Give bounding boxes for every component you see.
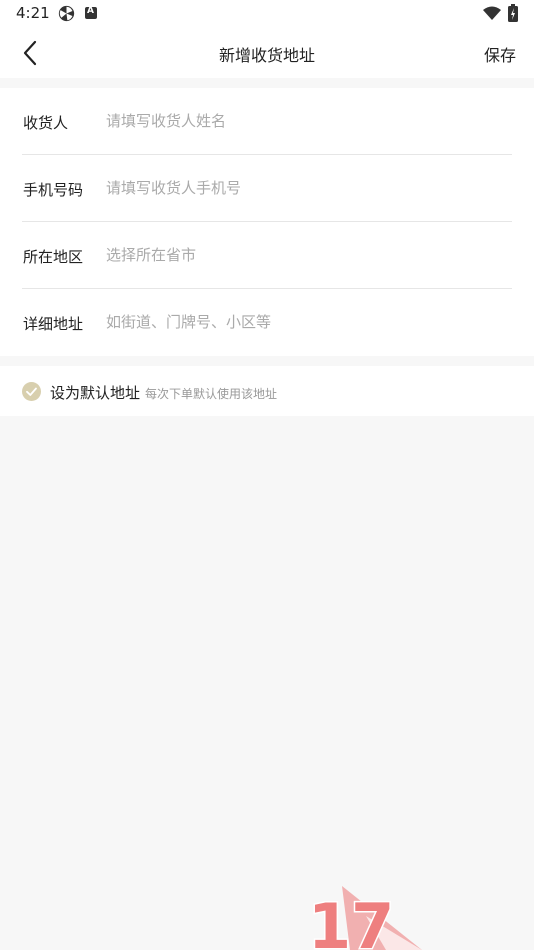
status-time: 4:21 — [16, 4, 50, 22]
form-row-region: 所在地区 — [0, 222, 534, 289]
default-address-hint: 每次下单默认使用该地址 — [145, 387, 278, 401]
watermark-logo: 17 — [307, 886, 422, 950]
default-address-row[interactable]: 设为默认地址 每次下单默认使用该地址 — [0, 366, 534, 416]
form-row-phone: 手机号码 — [0, 155, 534, 222]
form-row-detail-address: 详细地址 — [0, 289, 534, 356]
pinwheel-icon — [58, 5, 75, 22]
default-address-label: 设为默认地址 — [50, 384, 141, 402]
save-button[interactable]: 保存 — [484, 42, 516, 66]
detail-address-input[interactable] — [106, 307, 511, 337]
address-form: 收货人 手机号码 所在地区 详细地址 — [0, 88, 534, 356]
battery-charging-icon — [508, 4, 518, 22]
phone-input[interactable] — [106, 173, 511, 203]
wifi-icon — [483, 6, 501, 20]
page-title: 新增收货地址 — [218, 46, 315, 65]
detail-address-label: 详细地址 — [23, 315, 84, 333]
region-label: 所在地区 — [23, 248, 84, 266]
nav-bar: 新增收货地址 保存 — [0, 28, 534, 78]
watermark-text: 17 — [308, 890, 394, 950]
a-badge-icon: A — [85, 6, 97, 19]
status-bar: 4:21 A — [0, 0, 534, 28]
default-address-checkbox[interactable] — [22, 382, 41, 401]
recipient-label: 收货人 — [23, 114, 69, 132]
phone-label: 手机号码 — [23, 181, 84, 199]
region-selector[interactable] — [106, 240, 511, 270]
form-row-recipient: 收货人 — [0, 88, 534, 155]
recipient-input[interactable] — [106, 106, 511, 136]
